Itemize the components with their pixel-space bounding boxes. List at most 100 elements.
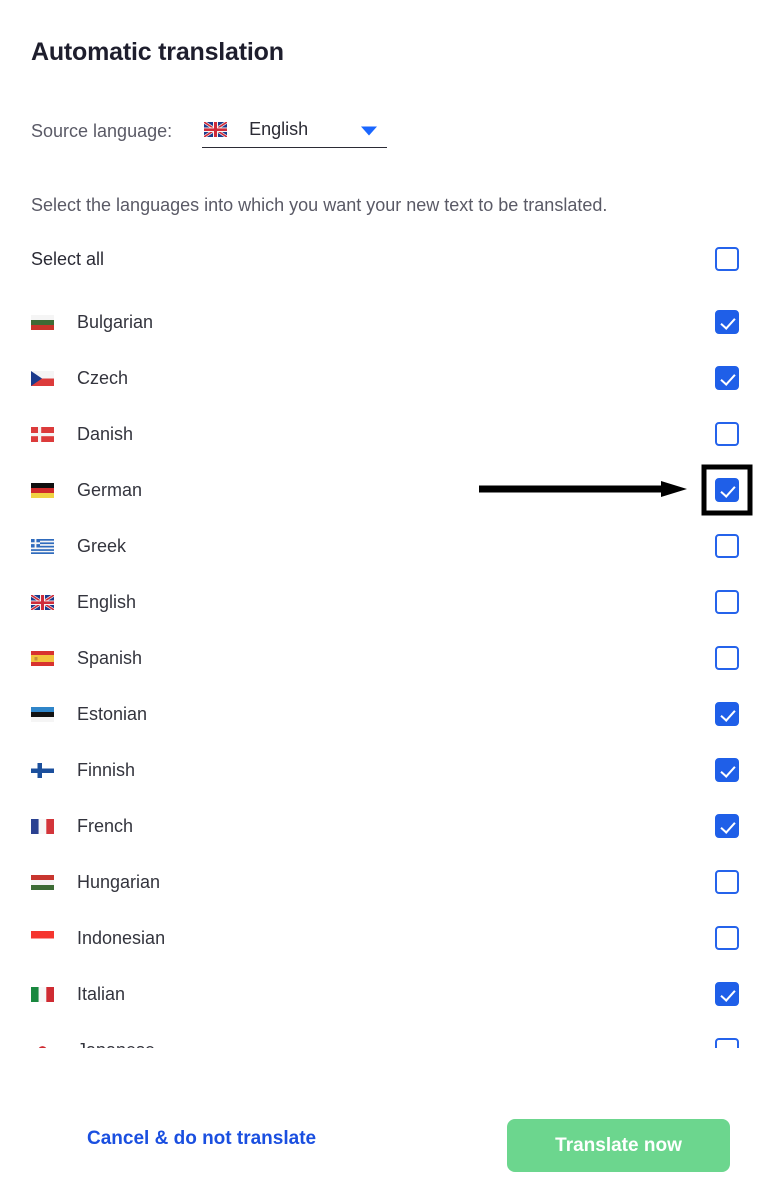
language-name: Finnish — [77, 759, 136, 780]
language-checkbox[interactable] — [715, 310, 739, 334]
language-list: Select all Bulgarian Czech Danish German Gre… — [0, 236, 770, 1048]
cancel-button[interactable]: Cancel & do not translate — [87, 1128, 316, 1150]
checkbox-wrap — [715, 366, 739, 390]
language-name: French — [77, 815, 134, 836]
language-row[interactable]: Japanese — [0, 1022, 770, 1048]
dk-flag-icon — [31, 426, 54, 442]
it-flag-icon — [31, 986, 54, 1002]
language-name: Spanish — [77, 647, 143, 668]
language-checkbox[interactable] — [715, 926, 739, 950]
language-checkbox[interactable] — [715, 1038, 739, 1048]
hu-flag-icon — [31, 874, 54, 890]
source-language-row: Source language: English — [31, 114, 388, 148]
flag-cell — [31, 874, 77, 890]
source-language-select[interactable]: English — [202, 114, 388, 148]
flag-cell — [31, 538, 77, 554]
checkbox-wrap — [715, 758, 739, 782]
flag-cell — [31, 930, 77, 946]
checkbox-wrap — [715, 422, 739, 446]
select-all-checkbox[interactable] — [715, 247, 739, 271]
select-all-row[interactable]: Select all — [0, 236, 770, 282]
language-name: English — [77, 591, 137, 612]
language-checkbox[interactable] — [715, 366, 739, 390]
flag-cell — [31, 986, 77, 1002]
language-name: German — [77, 479, 143, 500]
language-row[interactable]: Czech — [0, 350, 770, 406]
language-name: Bulgarian — [77, 311, 154, 332]
checkbox-wrap — [715, 590, 739, 614]
flag-cell — [31, 706, 77, 722]
language-row[interactable]: Estonian — [0, 686, 770, 742]
flag-cell — [31, 650, 77, 666]
language-name: Estonian — [77, 703, 148, 724]
language-name: Czech — [77, 367, 129, 388]
checkbox-wrap — [715, 870, 739, 894]
id-flag-icon — [31, 930, 54, 946]
language-row[interactable]: Hungarian — [0, 854, 770, 910]
checkbox-wrap — [715, 1038, 739, 1048]
flag-cell — [31, 762, 77, 778]
checkbox-wrap — [715, 702, 739, 726]
language-checkbox[interactable] — [715, 590, 739, 614]
language-name: Indonesian — [77, 927, 166, 948]
language-checkbox[interactable] — [715, 478, 739, 502]
es-flag-icon — [31, 650, 54, 666]
gb-flag-icon — [204, 122, 228, 137]
instructions-text: Select the languages into which you want… — [31, 195, 608, 215]
language-row[interactable]: German — [0, 462, 770, 518]
language-checkbox[interactable] — [715, 870, 739, 894]
flag-cell — [31, 426, 77, 442]
language-row[interactable]: Finnish — [0, 742, 770, 798]
checkbox-wrap — [715, 646, 739, 670]
gb-flag-icon — [31, 594, 54, 610]
checkbox-wrap — [715, 814, 739, 838]
jp-flag-icon — [31, 1042, 54, 1048]
page-title: Automatic translation — [31, 38, 284, 66]
language-row[interactable]: Bulgarian — [0, 294, 770, 350]
language-checkbox[interactable] — [715, 758, 739, 782]
language-checkbox[interactable] — [715, 422, 739, 446]
automatic-translation-dialog: Automatic translation Source language: E… — [0, 0, 770, 1198]
language-checkbox[interactable] — [715, 702, 739, 726]
language-row[interactable]: French — [0, 798, 770, 854]
source-language-label: Source language: — [31, 120, 173, 141]
flag-cell — [31, 482, 77, 498]
checkbox-wrap — [715, 926, 739, 950]
flag-cell — [31, 370, 77, 386]
language-checkbox[interactable] — [715, 982, 739, 1006]
language-checkbox[interactable] — [715, 534, 739, 558]
language-name: Greek — [77, 535, 127, 556]
language-row[interactable]: Greek — [0, 518, 770, 574]
select-all-checkbox-wrap — [715, 247, 739, 271]
translate-now-button[interactable]: Translate now — [507, 1119, 730, 1172]
cz-flag-icon — [31, 370, 54, 386]
highlighted-checkbox-wrap — [715, 478, 739, 502]
language-row[interactable]: Spanish — [0, 630, 770, 686]
select-all-label: Select all — [31, 248, 105, 269]
language-row[interactable]: Danish — [0, 406, 770, 462]
de-flag-icon — [31, 482, 54, 498]
checkbox-wrap — [715, 310, 739, 334]
gr-flag-icon — [31, 538, 54, 554]
flag-cell — [31, 818, 77, 834]
checkbox-wrap — [715, 534, 739, 558]
dialog-footer: Cancel & do not translate Translate now — [0, 1108, 770, 1198]
language-name: Danish — [77, 423, 134, 444]
flag-cell — [31, 1042, 77, 1048]
language-name: Italian — [77, 983, 126, 1004]
language-name: Japanese — [77, 1040, 715, 1049]
checkbox-wrap — [715, 982, 739, 1006]
source-language-value: English — [249, 119, 309, 139]
fr-flag-icon — [31, 818, 54, 834]
flag-cell — [31, 594, 77, 610]
language-row[interactable]: English — [0, 574, 770, 630]
language-row[interactable]: Indonesian — [0, 910, 770, 966]
chevron-down-icon[interactable] — [361, 126, 378, 135]
language-checkbox[interactable] — [715, 646, 739, 670]
language-name: Hungarian — [77, 871, 161, 892]
ee-flag-icon — [31, 706, 54, 722]
language-row[interactable]: Italian — [0, 966, 770, 1022]
language-checkbox[interactable] — [715, 814, 739, 838]
fi-flag-icon — [31, 762, 54, 778]
flag-cell — [31, 314, 77, 330]
